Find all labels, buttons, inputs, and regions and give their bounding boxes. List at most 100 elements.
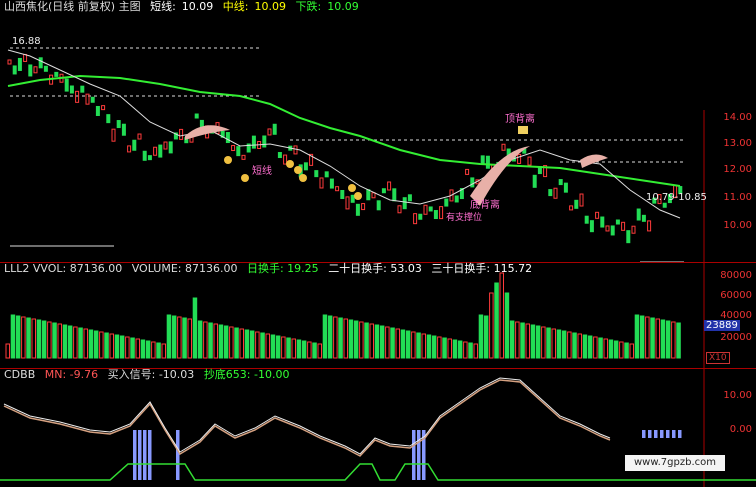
volume-bar — [291, 338, 296, 359]
volume-bar — [322, 314, 328, 359]
candle — [527, 156, 532, 166]
candle — [17, 57, 22, 71]
price-chart[interactable]: 16.88 10.79-10.85 顶背离 底背离 短线 有支撑位 — [0, 0, 756, 262]
volume-bar — [244, 329, 250, 359]
volume-bar — [629, 343, 634, 359]
candle — [262, 135, 267, 148]
volume-bar — [281, 336, 286, 359]
candle — [236, 146, 241, 157]
volume-bar — [546, 327, 551, 359]
volume-bar — [582, 334, 588, 359]
volume-bar — [478, 314, 484, 359]
volume-bar — [473, 343, 478, 359]
volume-bar — [509, 320, 515, 359]
candle — [366, 189, 371, 201]
watermark: www.7gpzb.com — [625, 455, 725, 471]
candle — [387, 181, 392, 191]
volume-bar — [411, 331, 416, 359]
volume-bar — [182, 317, 187, 359]
volume-bar — [587, 335, 593, 359]
volume-bar — [57, 323, 62, 359]
volume-bar — [109, 333, 114, 359]
axis-tick: 11.00 — [723, 192, 752, 203]
volume-bar — [390, 327, 395, 359]
volume-bar — [359, 321, 364, 359]
candle — [397, 205, 402, 214]
volume-bar — [234, 327, 239, 359]
candle — [85, 93, 90, 105]
volume-bar — [130, 337, 135, 359]
candle — [433, 210, 438, 220]
volume-bar — [421, 333, 426, 359]
oscillator-line — [3, 379, 611, 457]
candle — [548, 189, 553, 197]
volume-bar — [114, 334, 120, 359]
candle — [381, 188, 386, 194]
volume-bar — [270, 334, 276, 359]
volume-bar — [78, 327, 83, 359]
candle — [90, 96, 95, 103]
volume-bar — [119, 335, 125, 359]
axis-tick: 10.00 — [723, 220, 752, 231]
signal-bars — [133, 430, 682, 480]
volume-bar — [525, 323, 530, 359]
signal-bar — [654, 430, 658, 438]
volume-bar — [437, 336, 442, 359]
volume-bar — [541, 326, 546, 359]
volume-bar — [645, 316, 650, 359]
volume-bar — [301, 340, 307, 359]
candle — [147, 155, 152, 161]
volume-bar — [166, 314, 172, 359]
volume-bar — [385, 326, 390, 359]
candle — [407, 194, 412, 202]
candle — [64, 78, 69, 92]
bottom-divergence-label: 底背离 — [470, 198, 500, 211]
volume-bar — [15, 315, 21, 359]
volume-bar — [5, 343, 10, 359]
volume-bar — [348, 319, 354, 359]
candle — [283, 154, 288, 165]
candle — [324, 171, 329, 178]
volume-bar — [312, 342, 317, 359]
volume-panel[interactable]: LLL2 VVOL: 87136.00 VOLUME: 87136.00 日换手… — [0, 262, 756, 368]
volume-chart[interactable] — [0, 262, 756, 368]
candle — [335, 186, 340, 192]
volume-bar — [333, 316, 338, 359]
volume-bar — [36, 319, 42, 359]
volume-bar — [135, 338, 140, 359]
volume-bar — [457, 340, 463, 359]
volume-bar — [47, 321, 52, 359]
volume-bar — [41, 320, 47, 359]
volume-bar — [567, 331, 572, 359]
candle — [532, 174, 537, 188]
volume-bar — [665, 320, 671, 359]
volume-bar — [192, 297, 198, 359]
signal-bar — [642, 430, 646, 438]
volume-bar — [405, 330, 411, 359]
axis-tick: 13.00 — [723, 138, 752, 149]
candle — [241, 154, 246, 160]
candle — [272, 123, 277, 135]
volume-bar — [317, 343, 322, 359]
axis-tick: 12.00 — [723, 164, 752, 175]
candle — [137, 133, 142, 140]
volume-bar — [10, 314, 16, 359]
volume-bar — [223, 325, 229, 359]
volume-bar — [203, 321, 208, 359]
candle — [38, 57, 43, 69]
candle — [43, 65, 48, 72]
candle — [194, 113, 199, 119]
volume-bar — [93, 330, 99, 359]
candle — [111, 128, 116, 142]
volume-bar — [52, 322, 57, 359]
volume-bar — [520, 322, 525, 359]
candle — [589, 220, 594, 233]
candle — [116, 120, 121, 129]
volume-bar — [88, 329, 94, 359]
signal-bar — [148, 430, 152, 480]
current-volume-box: 23889 — [704, 320, 740, 331]
candle — [303, 162, 308, 171]
candle — [569, 205, 574, 211]
price-panel[interactable]: 山西焦化(日线 前复权) 主图 短线: 10.09 中线: 10.09 下跌: 10.… — [0, 0, 756, 262]
candle — [231, 145, 236, 152]
